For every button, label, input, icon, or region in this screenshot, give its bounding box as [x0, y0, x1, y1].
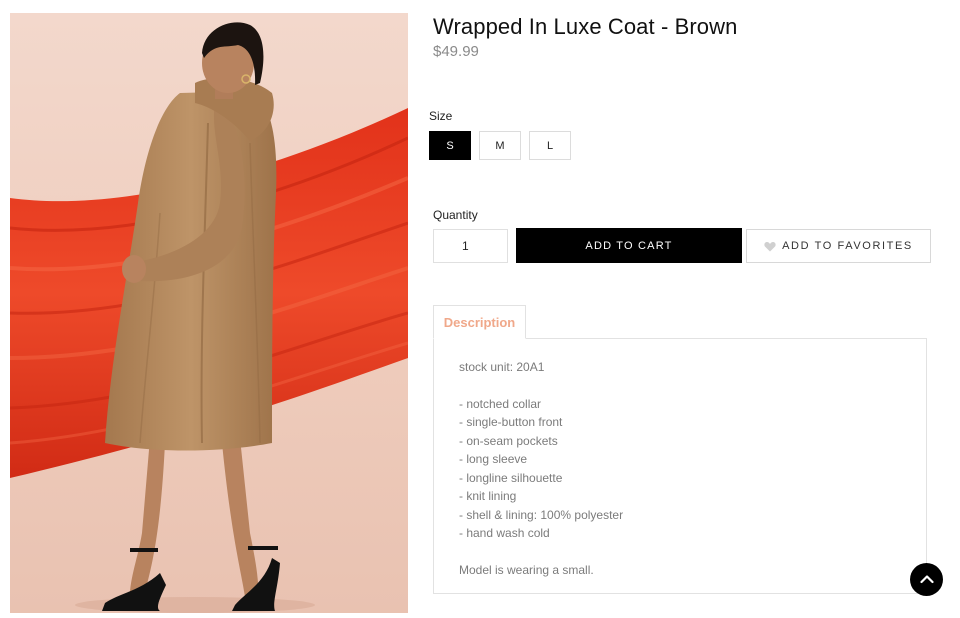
size-label: Size: [429, 109, 453, 123]
product-details: Wrapped In Luxe Coat - Brown $49.99 Size…: [429, 0, 933, 618]
tab-description[interactable]: Description: [433, 305, 526, 339]
description-panel: stock unit: 20A1 - notched collar - sing…: [433, 338, 927, 594]
product-title: Wrapped In Luxe Coat - Brown: [433, 14, 738, 39]
feature-item: - long sleeve: [459, 452, 528, 466]
add-to-favorites-button[interactable]: ADD TO FAVORITES: [746, 229, 931, 263]
heart-icon: [764, 241, 776, 252]
feature-item: - single-button front: [459, 415, 563, 429]
feature-item: - hand wash cold: [459, 526, 550, 540]
feature-item: - on-seam pockets: [459, 433, 558, 448]
product-image[interactable]: [10, 13, 408, 613]
product-price: $49.99: [433, 43, 479, 60]
size-option-m[interactable]: M: [479, 131, 521, 160]
feature-item: - knit lining: [459, 489, 517, 503]
stock-unit: stock unit: 20A1: [459, 360, 545, 374]
add-to-cart-button[interactable]: ADD TO CART: [516, 228, 742, 263]
size-options: S M L: [429, 131, 571, 160]
size-option-s[interactable]: S: [429, 131, 471, 160]
add-to-favorites-label: ADD TO FAVORITES: [782, 240, 913, 252]
model-note: Model is wearing a small.: [459, 562, 594, 577]
feature-item: - longline silhouette: [459, 470, 563, 485]
quantity-input[interactable]: [433, 229, 508, 263]
quantity-label: Quantity: [433, 208, 478, 222]
product-photo: [10, 13, 408, 613]
feature-item: - notched collar: [459, 396, 542, 411]
size-option-l[interactable]: L: [529, 131, 571, 160]
add-to-cart-label: ADD TO CART: [585, 239, 673, 252]
feature-item: - shell & lining: 100% polyester: [459, 507, 624, 522]
chevron-up-icon: [919, 571, 934, 589]
back-to-top-button[interactable]: [910, 563, 943, 596]
